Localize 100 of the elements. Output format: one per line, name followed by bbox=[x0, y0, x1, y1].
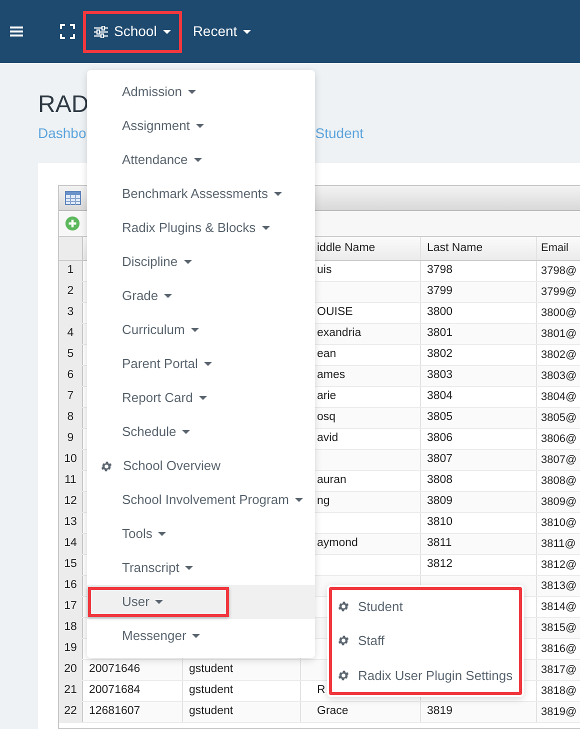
table-cell-text: 3803 bbox=[427, 368, 453, 384]
row-number: 10 bbox=[59, 450, 83, 470]
table-cell-text: ng bbox=[317, 494, 330, 510]
row-number: 3 bbox=[59, 303, 83, 323]
table-cell-text: 20071646 bbox=[89, 662, 140, 678]
caret-icon bbox=[188, 90, 196, 94]
menu-item[interactable]: Admission bbox=[87, 75, 315, 109]
caret-icon bbox=[274, 192, 282, 196]
row-number: 19 bbox=[59, 639, 83, 659]
caret-icon bbox=[182, 430, 190, 434]
menu-item[interactable]: Benchmark Assessments bbox=[87, 177, 315, 211]
gear-icon bbox=[337, 668, 350, 682]
column-header[interactable]: Email bbox=[537, 237, 580, 260]
menu-item[interactable]: Assignment bbox=[87, 109, 315, 143]
table-cell-text: 3812 bbox=[427, 557, 453, 572]
table-cell-text: 3801@ bbox=[541, 326, 577, 342]
row-number: 17 bbox=[59, 597, 83, 617]
row-number: 13 bbox=[59, 513, 83, 533]
row-number: 22 bbox=[59, 702, 83, 722]
table-cell-text: 3803@ bbox=[541, 368, 577, 384]
table-cell-text: 3819 bbox=[427, 704, 453, 720]
row-number: 2 bbox=[59, 282, 83, 302]
menu-item[interactable]: Grade bbox=[87, 279, 315, 313]
table-cell-text: 3800 bbox=[427, 305, 453, 320]
table-cell-text: R bbox=[317, 683, 326, 698]
gear-icon bbox=[100, 460, 113, 472]
table-cell-text: 3814@ bbox=[541, 600, 577, 615]
row-number: 12 bbox=[59, 492, 83, 512]
caret-icon bbox=[294, 498, 303, 502]
column-header[interactable]: Last Name bbox=[421, 237, 537, 260]
menu-item[interactable]: User bbox=[87, 585, 315, 619]
menu-item[interactable]: Transcript bbox=[87, 551, 315, 585]
table-cell-text: 12681607 bbox=[89, 704, 140, 720]
table-cell-text: 3813@ bbox=[541, 578, 577, 594]
table-cell-text: 3807@ bbox=[541, 452, 577, 468]
menu-item[interactable]: School Overview bbox=[87, 449, 315, 483]
table-cell-text: 3808@ bbox=[541, 474, 577, 489]
row-number: 16 bbox=[59, 576, 83, 596]
table-cell-text: 3801 bbox=[427, 326, 453, 342]
table-cell-text: 3798@ bbox=[541, 264, 577, 279]
caret-icon bbox=[185, 566, 194, 570]
table-cell-text: 3799 bbox=[427, 284, 453, 300]
table-cell-text: exandria bbox=[317, 326, 362, 342]
table-cell-text: 3804@ bbox=[541, 390, 577, 405]
row-number: 21 bbox=[59, 681, 83, 701]
menu-item[interactable]: Parent Portal bbox=[87, 347, 315, 381]
row-number: 11 bbox=[59, 471, 83, 491]
row-number: 9 bbox=[59, 429, 83, 449]
caret-icon bbox=[262, 226, 270, 230]
nav-menu-button[interactable]: Recent bbox=[182, 10, 262, 52]
page-title: RAD bbox=[38, 91, 89, 119]
table-cell-text: 3798 bbox=[427, 263, 453, 278]
caret-icon bbox=[184, 260, 192, 264]
caret-icon bbox=[194, 158, 202, 162]
table-cell-text: gstudent bbox=[189, 662, 234, 678]
caret-icon bbox=[155, 600, 164, 604]
caret-icon bbox=[243, 30, 252, 34]
table-cell-text: avid bbox=[317, 431, 338, 446]
table-cell-text: 3808 bbox=[427, 473, 453, 488]
menu-item[interactable]: Tools bbox=[87, 517, 315, 551]
menu-icon[interactable] bbox=[10, 26, 23, 37]
table-cell-text: gstudent bbox=[189, 704, 234, 720]
table-cell-text: 3804 bbox=[427, 389, 453, 404]
gear-icon bbox=[337, 634, 350, 648]
table-cell-text: 3811 bbox=[427, 536, 452, 552]
table-cell-text: 3809 bbox=[427, 494, 453, 510]
menu-item[interactable]: Schedule bbox=[87, 415, 315, 449]
table-cell-text: ean bbox=[317, 347, 336, 362]
table-cell-text: 3819@ bbox=[541, 704, 577, 720]
table-cell-text: 3805 bbox=[427, 410, 453, 426]
table-cell-text: 3810 bbox=[427, 515, 453, 530]
table-cell-text: 3810@ bbox=[541, 516, 577, 531]
table-cell-text: osq bbox=[317, 410, 336, 426]
menu-item[interactable]: Student bbox=[327, 589, 524, 624]
table-cell-text: uis bbox=[317, 263, 332, 278]
caret-icon bbox=[162, 30, 171, 34]
caret-icon bbox=[198, 396, 207, 400]
menu-item[interactable]: Messenger bbox=[87, 619, 315, 653]
menu-item[interactable]: School Involvement Program bbox=[87, 483, 315, 517]
table-cell-text: 3799@ bbox=[541, 284, 577, 300]
row-number: 1 bbox=[59, 261, 83, 281]
table-cell-text: 3817@ bbox=[541, 662, 577, 678]
menu-item[interactable]: Curriculum bbox=[87, 313, 315, 347]
menu-item[interactable]: Radix User Plugin Settings bbox=[327, 658, 524, 692]
table-cell-text: 3807 bbox=[427, 452, 453, 468]
table-cell-text: 3815@ bbox=[541, 620, 577, 636]
table-cell-text: OUISE bbox=[317, 305, 353, 320]
menu-item[interactable]: Attendance bbox=[87, 143, 315, 177]
table-cell-text: 3802 bbox=[427, 347, 453, 362]
menu-item[interactable]: Staff bbox=[327, 624, 524, 658]
table-cell-text: 3805@ bbox=[541, 410, 577, 426]
row-number: 18 bbox=[59, 618, 83, 638]
fullscreen-icon[interactable] bbox=[60, 24, 75, 39]
table-cell-text: 20071684 bbox=[89, 683, 140, 698]
caret-icon bbox=[158, 532, 166, 536]
nav-menu-button[interactable]: School bbox=[83, 10, 182, 52]
table-cell-text: gstudent bbox=[189, 683, 234, 698]
table-cell-text: arie bbox=[317, 389, 336, 404]
table-cell-text: 3811@ bbox=[541, 536, 576, 552]
menu-item[interactable]: Report Card bbox=[87, 381, 315, 415]
